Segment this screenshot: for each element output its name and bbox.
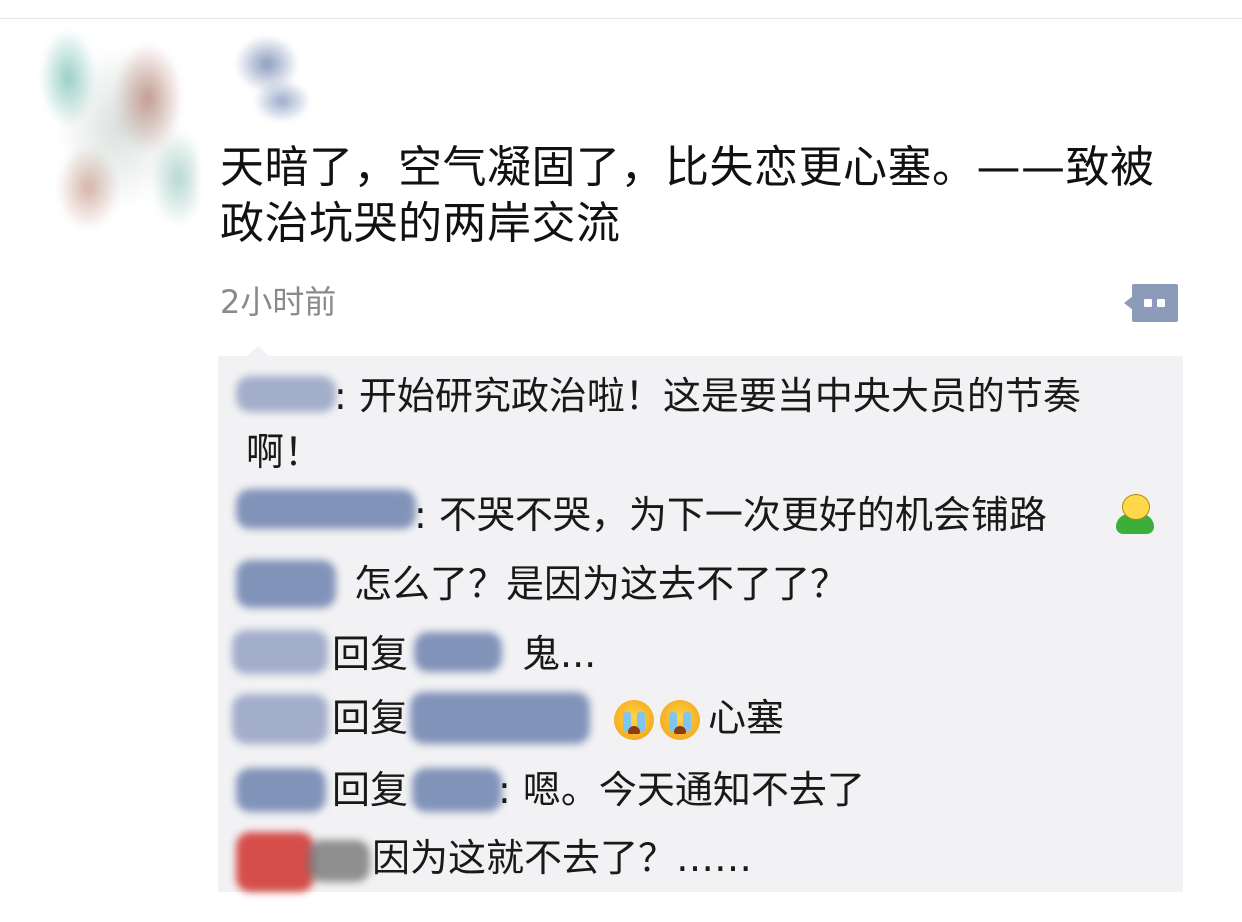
commenter-name[interactable] (236, 376, 336, 412)
reply-target-name[interactable] (412, 768, 502, 812)
commenter-name-tail[interactable] (308, 840, 370, 882)
comment-text: 因为这就不去了？…… (372, 836, 753, 880)
crying-emoji-icon (614, 700, 654, 740)
reply-target-name[interactable] (410, 692, 590, 744)
comment-bubble-dot (1157, 299, 1165, 307)
post-timestamp: 2小时前 (220, 283, 337, 321)
smiley-emoji-icon (1114, 494, 1154, 534)
username[interactable] (222, 26, 317, 126)
reply-label: 回复 (332, 632, 409, 676)
reply-label: 回复 (332, 768, 409, 812)
comment-text: 鬼... (522, 632, 597, 676)
commenter-name[interactable] (236, 489, 416, 529)
comment-text: : 开始研究政治啦！这是要当中央大员的节奏 (334, 374, 1081, 418)
post-text: 天暗了，空气凝固了，比失恋更心塞。——致被政治坑哭的两岸交流 (220, 142, 1155, 249)
comment-text-continued: 啊！ (246, 430, 323, 474)
comment-bubble-dot (1144, 299, 1152, 307)
comment-text: 怎么了？是因为这去不了了？ (354, 562, 849, 606)
commenter-name[interactable] (236, 768, 326, 812)
commenter-name[interactable] (236, 560, 336, 608)
commenter-name[interactable] (236, 832, 314, 892)
comment-text: : 嗯。今天通知不去了 (498, 768, 865, 812)
comment-text: 心塞 (708, 696, 785, 740)
crying-emoji-icon (660, 700, 700, 740)
comment-bubble-icon (1132, 284, 1178, 322)
comment-action-button[interactable] (1124, 284, 1178, 322)
reply-target-name[interactable] (414, 632, 502, 672)
avatar[interactable] (28, 8, 198, 248)
comment-text: : 不哭不哭，为下一次更好的机会铺路 (414, 493, 1047, 537)
reply-label: 回复 (332, 696, 409, 740)
commenter-name[interactable] (232, 630, 328, 674)
commenter-name[interactable] (232, 694, 328, 744)
